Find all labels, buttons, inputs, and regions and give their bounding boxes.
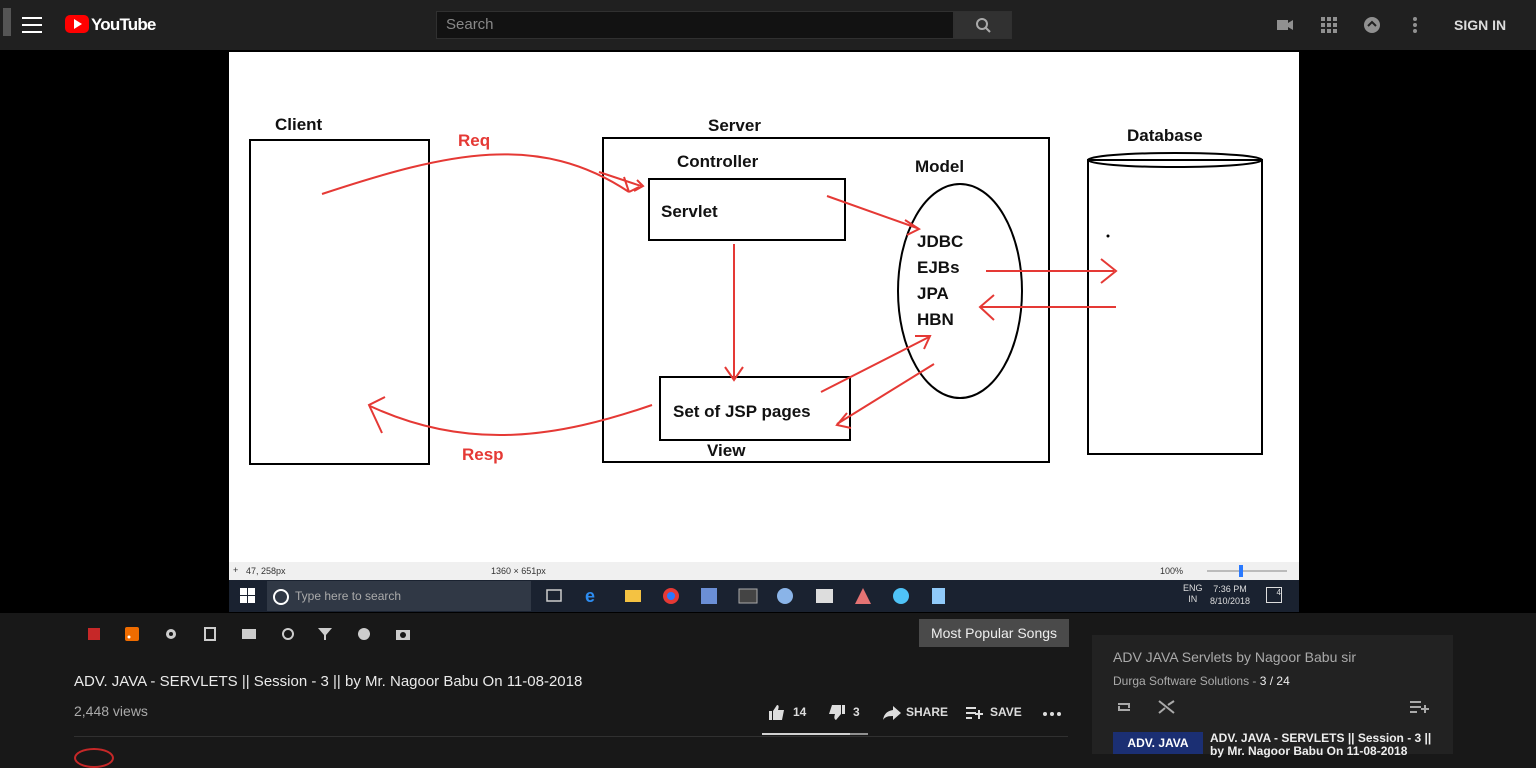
model-item-ejbs: EJBs [917, 258, 960, 277]
notification-icon[interactable]: 4 [1266, 587, 1282, 603]
client-label: Client [275, 115, 323, 134]
youtube-logo-icon[interactable] [65, 15, 89, 33]
req-label: Req [458, 131, 490, 150]
loop-icon[interactable] [281, 627, 295, 641]
language-indicator[interactable]: ENG IN [1183, 583, 1203, 605]
save-button[interactable]: SAVE [990, 705, 1022, 719]
model-item-jpa: JPA [917, 284, 949, 303]
menu-icon[interactable] [22, 17, 42, 33]
playlist-position: 3 / 24 [1259, 674, 1290, 688]
camera-icon[interactable] [396, 627, 410, 641]
video-frame[interactable]: Client Server Database Controller Servle… [229, 52, 1299, 612]
view-count: 2,448 views [74, 703, 148, 719]
like-icon[interactable] [768, 704, 786, 721]
view-label: View [707, 441, 746, 460]
mvc-diagram: Client Server Database Controller Servle… [249, 115, 1263, 465]
messages-icon[interactable] [1363, 16, 1381, 34]
servlet-label: Servlet [661, 202, 718, 221]
cursor-coords-icon: + [233, 565, 239, 575]
playlist-add-icon[interactable] [1410, 700, 1430, 714]
share-button[interactable]: SHARE [906, 705, 948, 719]
taskbar-app-icons[interactable]: e [545, 586, 945, 606]
most-popular-songs-button[interactable]: Most Popular Songs [919, 619, 1069, 647]
sign-in-button[interactable]: SIGN IN [1454, 17, 1506, 33]
search-icon [976, 18, 991, 33]
like-count[interactable]: 14 [793, 705, 806, 719]
more-actions-icon[interactable] [1042, 711, 1062, 717]
film-icon[interactable] [203, 627, 217, 641]
loop-playlist-icon[interactable] [1115, 699, 1133, 715]
create-video-icon[interactable] [1276, 16, 1294, 34]
search-input[interactable]: Search [436, 11, 954, 39]
save-playlist-icon[interactable] [966, 706, 984, 720]
apps-icon[interactable] [1320, 16, 1338, 34]
zoom-level: 100% [1160, 566, 1184, 576]
screen-icon[interactable] [242, 627, 256, 641]
server-label: Server [708, 116, 761, 135]
model-label: Model [915, 157, 964, 176]
database-label: Database [1127, 126, 1203, 145]
zoom-slider[interactable] [1207, 570, 1287, 572]
cursor-coords: 47, 258px [246, 566, 286, 576]
compass-icon[interactable] [357, 627, 371, 641]
model-item-jdbc: JDBC [917, 232, 963, 251]
controller-label: Controller [677, 152, 759, 171]
model-item-hbn: HBN [917, 310, 954, 329]
taskbar-clock[interactable]: 7:36 PM 8/10/2018 [1210, 583, 1250, 607]
paint-status-bar: + 47, 258px 1360 × 651px 100% [229, 562, 1299, 580]
playlist-title[interactable]: ADV JAVA Servlets by Nagoor Babu sir [1113, 649, 1356, 665]
windows-start-icon[interactable] [240, 588, 255, 603]
more-options-icon[interactable] [1406, 16, 1424, 34]
zoom-slider-thumb[interactable] [1239, 565, 1243, 577]
taskbar-search[interactable]: Type here to search [267, 581, 531, 611]
logo-text[interactable]: YouTube [91, 15, 156, 35]
filter-icon[interactable] [318, 627, 332, 641]
playlist-channel: Durga Software Solutions - 3 / 24 [1113, 674, 1290, 688]
resp-label: Resp [462, 445, 504, 464]
playlist-item-title[interactable]: ADV. JAVA - SERVLETS || Session - 3 || b… [1210, 732, 1435, 758]
channel-avatar[interactable] [74, 748, 114, 768]
playlist-item-thumbnail[interactable]: ADV. JAVA [1113, 732, 1203, 754]
settings-gear-icon[interactable] [164, 627, 178, 641]
share-icon[interactable] [883, 706, 901, 720]
dislike-count[interactable]: 3 [853, 705, 860, 719]
rss-icon[interactable] [125, 627, 139, 641]
shuffle-icon[interactable] [1158, 699, 1176, 715]
record-icon[interactable] [87, 627, 101, 641]
divider [74, 736, 1068, 737]
search-button[interactable] [954, 11, 1012, 39]
svg-text:e: e [585, 586, 595, 606]
video-title: ADV. JAVA - SERVLETS || Session - 3 || b… [74, 673, 583, 690]
image-size: 1360 × 651px [491, 566, 546, 576]
cortana-icon [273, 588, 289, 605]
side-tab [3, 8, 11, 36]
like-ratio-fill [762, 733, 850, 735]
jsp-label: Set of JSP pages [673, 402, 811, 421]
dislike-icon[interactable] [828, 704, 846, 721]
